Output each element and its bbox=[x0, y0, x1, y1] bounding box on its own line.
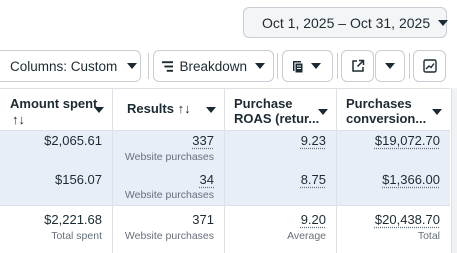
header-label: Purchases bbox=[346, 96, 412, 111]
breakdown-icon bbox=[162, 60, 174, 72]
total-amount-sub: Total spent bbox=[51, 230, 102, 242]
total-amount: $2,221.68 bbox=[44, 212, 102, 227]
table-cell-conversion[interactable]: $19,072.70 bbox=[375, 133, 440, 148]
table-cell-results-sub: Website purchases bbox=[124, 151, 214, 163]
toolbar-divider bbox=[409, 53, 410, 79]
total-conversion[interactable]: $20,438.70 bbox=[375, 212, 440, 227]
chevron-down-icon bbox=[127, 63, 138, 69]
table-cell-amount: $2,065.61 bbox=[44, 133, 102, 148]
date-range-picker[interactable]: Oct 1, 2025 – Oct 31, 2025 bbox=[243, 7, 449, 38]
chart-button[interactable] bbox=[413, 50, 446, 82]
table-header-row: Amount spent ↑↓ Results ↑↓ Purchase ROAS… bbox=[0, 88, 450, 131]
amount-spent-cells: $2,065.61 $156.07 bbox=[0, 131, 113, 205]
chevron-down-icon bbox=[438, 19, 449, 26]
horizontal-scroll-edge[interactable] bbox=[451, 88, 457, 253]
table-cell-results-sub: Website purchases bbox=[124, 189, 214, 201]
column-header-purchase-roas[interactable]: Purchase ROAS (retur... bbox=[225, 89, 337, 130]
header-label: Amount spent bbox=[10, 96, 98, 111]
total-conversion-cell: $20,438.70 Total bbox=[337, 206, 450, 253]
totals-row: $2,221.68 Total spent 371 Website purcha… bbox=[0, 206, 450, 253]
conversion-cells: $19,072.70 $1,366.00 bbox=[337, 131, 450, 205]
date-range-label: Oct 1, 2025 – Oct 31, 2025 bbox=[262, 14, 431, 31]
column-header-amount-spent[interactable]: Amount spent ↑↓ bbox=[0, 89, 113, 130]
export-options-button[interactable] bbox=[375, 50, 405, 82]
chevron-down-icon bbox=[255, 63, 265, 69]
selected-rows-block: $2,065.61 $156.07 337 Website purchases … bbox=[0, 131, 450, 206]
breakdown-label: Breakdown bbox=[179, 58, 247, 74]
header-label: Purchase bbox=[234, 96, 293, 111]
chart-icon bbox=[422, 59, 437, 73]
reports-button[interactable] bbox=[282, 50, 333, 82]
header-label-line2: ROAS (retur... bbox=[234, 111, 320, 126]
total-amount-cell: $2,221.68 Total spent bbox=[0, 206, 113, 253]
reports-icon bbox=[293, 61, 304, 73]
chevron-down-icon[interactable] bbox=[318, 109, 328, 115]
total-roas-cell: 9.20 Average bbox=[225, 206, 337, 253]
total-results-sub: Website purchases bbox=[124, 230, 214, 242]
total-roas-sub: Average bbox=[287, 230, 326, 242]
total-conversion-sub: Total bbox=[417, 230, 440, 242]
toolbar-divider bbox=[277, 53, 278, 79]
results-cells: 337 Website purchases 34 Website purchas… bbox=[113, 131, 225, 205]
export-button[interactable] bbox=[341, 50, 374, 82]
columns-label: Columns: Custom bbox=[10, 58, 118, 74]
sort-icon[interactable]: ↑↓ bbox=[12, 112, 25, 127]
table-cell-results[interactable]: 34 bbox=[200, 172, 214, 187]
column-header-results[interactable]: Results ↑↓ bbox=[113, 89, 225, 130]
header-label-line2: conversion... bbox=[346, 111, 427, 126]
toolbar-divider bbox=[148, 53, 149, 79]
table-cell-results[interactable]: 337 bbox=[192, 133, 214, 148]
chevron-down-icon[interactable] bbox=[206, 107, 216, 113]
column-header-purchases-conversion[interactable]: Purchases conversion... bbox=[337, 89, 450, 130]
total-results-cell: 371 Website purchases bbox=[113, 206, 225, 253]
roas-cells: 9.23 8.75 bbox=[225, 131, 337, 205]
table-cell-roas[interactable]: 9.23 bbox=[301, 133, 326, 148]
total-results: 371 bbox=[192, 212, 214, 227]
table-cell-roas[interactable]: 8.75 bbox=[301, 172, 326, 187]
columns-button[interactable]: Columns: Custom bbox=[0, 50, 141, 82]
table-cell-conversion[interactable]: $1,366.00 bbox=[382, 172, 440, 187]
header-label: Results ↑↓ bbox=[127, 101, 191, 116]
export-icon bbox=[351, 59, 364, 72]
table-toolbar: Columns: Custom Breakdown bbox=[0, 47, 457, 85]
chevron-down-icon bbox=[311, 63, 321, 69]
total-roas[interactable]: 9.20 bbox=[301, 212, 326, 227]
breakdown-button[interactable]: Breakdown bbox=[153, 50, 274, 82]
table-cell-amount: $156.07 bbox=[55, 172, 102, 187]
chevron-down-icon[interactable] bbox=[432, 109, 442, 115]
chevron-down-icon[interactable] bbox=[94, 107, 104, 113]
toolbar-divider bbox=[337, 53, 338, 79]
chevron-down-icon bbox=[385, 63, 395, 69]
